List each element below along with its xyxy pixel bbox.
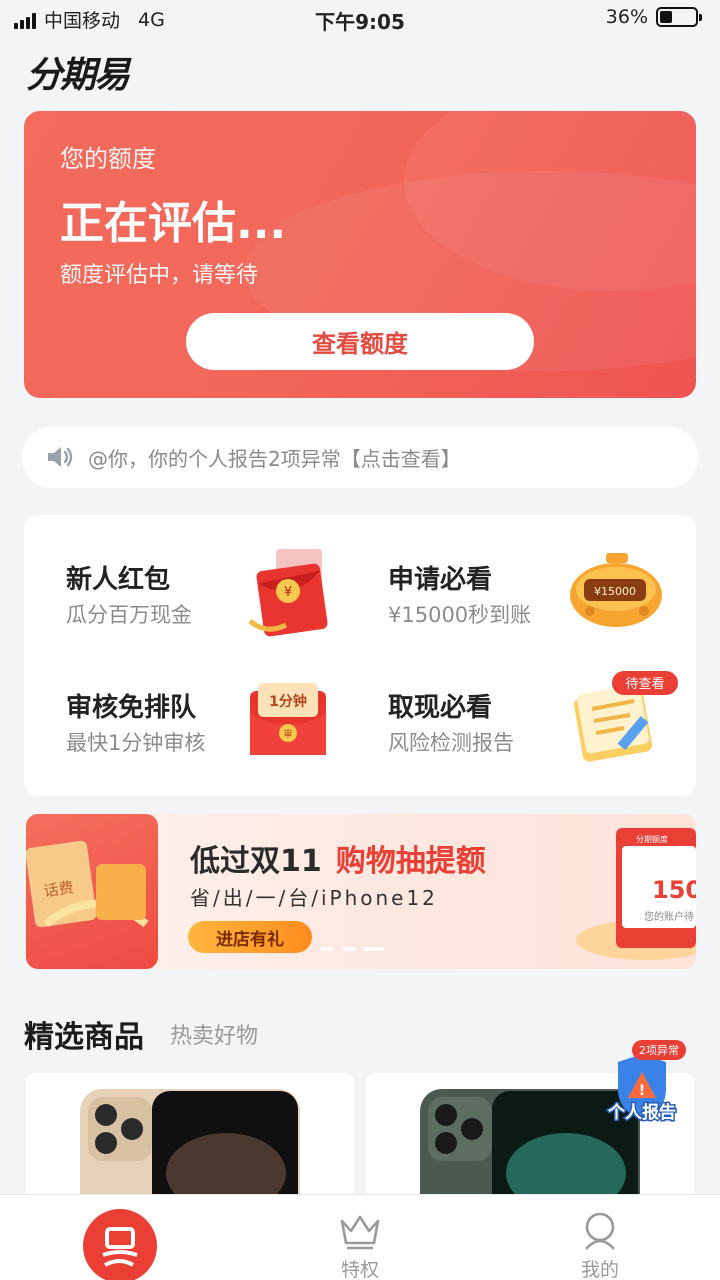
feature-new-user-redpacket[interactable]: 新人红包 瓜分百万现金 ¥: [24, 543, 344, 653]
profile-icon: [585, 1212, 615, 1250]
banner-credit-card-image: 分期额度 1500 您的账户待: [576, 828, 696, 960]
credit-subtitle: 额度评估中，请等待: [60, 263, 259, 288]
feature-title: 申请必看: [388, 565, 493, 595]
feature-withdraw-guide[interactable]: 取现必看 风险检测报告 待查看: [346, 671, 678, 781]
tab-mine[interactable]: 我的: [540, 1195, 660, 1280]
feature-title: 审核免排队: [66, 693, 197, 723]
enter-store-button[interactable]: 进店有礼: [188, 921, 312, 953]
banner-pagination: [320, 947, 384, 951]
status-bar: 中国移动 4G 下午9:05 36%: [0, 0, 720, 38]
banner-subtitle: 省/出/一/台/iPhone12: [190, 886, 438, 910]
speaker-icon: [48, 447, 73, 467]
tab-home[interactable]: [60, 1195, 180, 1280]
credit-status: 正在评估...: [60, 198, 287, 249]
personal-report-button[interactable]: ! 2项异常 个人报告: [598, 1040, 686, 1130]
feature-subtitle: 风险检测报告: [388, 731, 514, 755]
app-logo: 分期易: [26, 55, 130, 96]
svg-text:待查看: 待查看: [625, 676, 664, 692]
banner-coupon-image: 话费: [25, 814, 158, 969]
svg-text:¥15000: ¥15000: [594, 585, 636, 598]
banner-title: 低过双11 购物抽提额: [190, 844, 486, 879]
crown-icon: [340, 1215, 380, 1250]
svg-text:审: 审: [283, 728, 292, 740]
report-label: 个人报告: [607, 1102, 676, 1123]
red-envelope-icon: ¥: [248, 549, 328, 637]
feature-no-queue-review[interactable]: 审核免排队 最快1分钟审核 1分钟 审: [24, 671, 344, 781]
svg-text:!: !: [639, 1083, 645, 1099]
battery-percent: 36%: [605, 6, 648, 28]
iphone-gold-image: [80, 1089, 300, 1213]
home-logo-icon: [83, 1209, 157, 1280]
feature-subtitle: 瓜分百万现金: [66, 603, 192, 627]
report-badge: 2项异常: [639, 1044, 679, 1057]
section-subtitle: 热卖好物: [170, 1024, 259, 1049]
svg-text:1分钟: 1分钟: [269, 693, 307, 710]
svg-text:¥: ¥: [284, 585, 292, 600]
notice-text: @你，你的个人报告2项异常【点击查看】: [88, 446, 461, 471]
banner-title-highlight: 购物抽提额: [335, 844, 486, 879]
battery-icon: [656, 7, 702, 27]
feature-grid: 新人红包 瓜分百万现金 ¥ 申请必看 ¥15000秒到账 ¥15000 审核免排…: [24, 515, 696, 796]
feature-title: 取现必看: [388, 693, 493, 723]
svg-text:1500: 1500: [652, 876, 696, 904]
notepad-pencil-icon: 待查看: [573, 671, 678, 762]
tab-label: 特权: [340, 1259, 379, 1280]
svg-text:分期额度: 分期额度: [636, 834, 668, 844]
svg-text:您的账户待: 您的账户待: [644, 910, 694, 923]
credit-label: 您的额度: [60, 145, 156, 173]
product-card[interactable]: [26, 1073, 354, 1213]
feature-title: 新人红包: [66, 565, 171, 595]
feature-apply-guide[interactable]: 申请必看 ¥15000秒到账 ¥15000: [346, 543, 666, 653]
promo-banner[interactable]: 话费 低过双11 购物抽提额 省/出/一/台/iPhone12 进店有礼 分期额度…: [24, 814, 696, 969]
feature-subtitle: ¥15000秒到账: [388, 603, 532, 627]
section-title: 精选商品: [24, 1020, 144, 1055]
report-notice[interactable]: @你，你的个人报告2项异常【点击查看】: [22, 426, 698, 488]
one-minute-envelope-icon: 1分钟 审: [250, 683, 326, 755]
credit-card: 您的额度 正在评估... 额度评估中，请等待 查看额度: [24, 111, 696, 398]
feature-subtitle: 最快1分钟审核: [66, 731, 206, 755]
view-credit-button[interactable]: 查看额度: [186, 313, 534, 370]
tab-label: 我的: [580, 1259, 619, 1280]
tab-bar: 特权 我的: [0, 1194, 720, 1280]
tab-privileges[interactable]: 特权: [300, 1195, 420, 1280]
piggy-bank-icon: ¥15000: [570, 553, 662, 627]
